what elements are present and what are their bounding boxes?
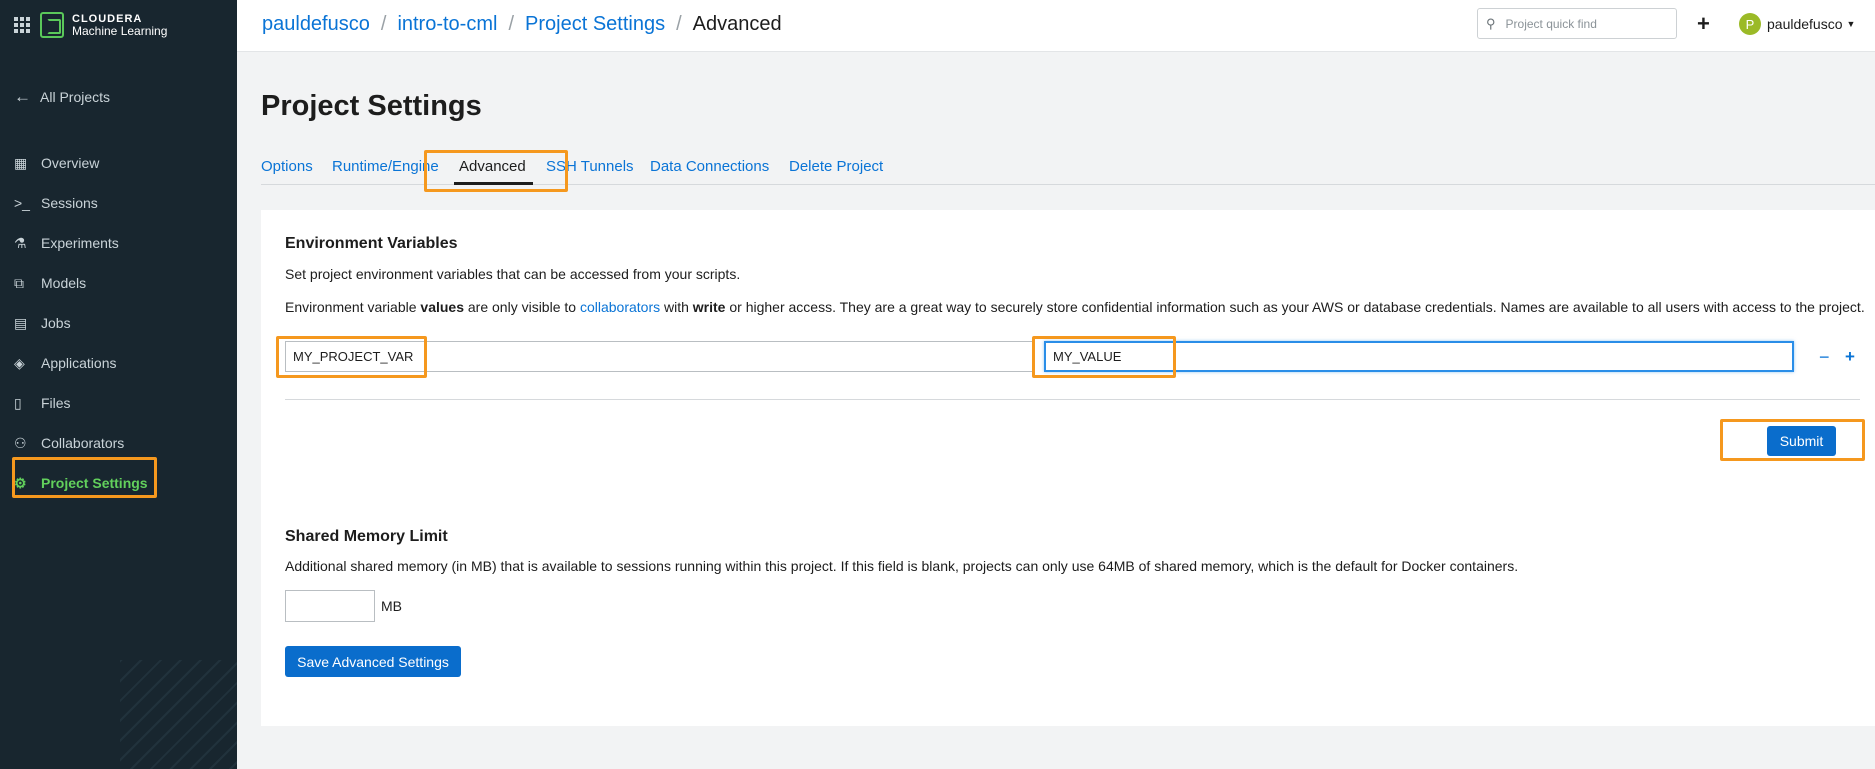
breadcrumb: pauldefusco / intro-to-cml / Project Set… [262,13,782,36]
sidebar-item-label: Project Settings [41,475,148,491]
tab-options[interactable]: Options [261,158,313,175]
model-icon: ⧉ [14,274,24,291]
sidebar-item-applications[interactable]: ◈ Applications [0,343,237,383]
chevron-down-icon: ▼ [1846,19,1856,29]
gear-icon: ⚙ [14,474,27,491]
file-icon: ▯ [14,394,22,411]
sidebar-nav: ▦ Overview >_ Sessions ⚗ Experiments ⧉ M… [0,143,237,503]
arrow-left-icon: ← [14,87,31,106]
sidebar-item-jobs[interactable]: ▤ Jobs [0,303,237,343]
search-icon: ⚲ [1486,15,1496,31]
shared-memory-input[interactable] [285,590,375,622]
overview-icon: ▦ [14,154,28,171]
sidebar: CLOUDERA Machine Learning ← All Projects… [0,0,237,769]
sidebar-item-overview[interactable]: ▦ Overview [0,143,237,183]
sidebar-item-label: Jobs [41,315,71,331]
breadcrumb-separator: / [380,13,387,35]
save-advanced-settings-button[interactable]: Save Advanced Settings [285,646,461,677]
add-env-var-button[interactable]: + [1845,347,1855,367]
env-note-text: are only visible to [464,299,580,315]
page-title: Project Settings [261,90,482,122]
shared-memory-description: Additional shared memory (in MB) that is… [285,558,1519,574]
brand[interactable]: CLOUDERA Machine Learning [14,12,167,38]
env-note-text: or higher access. They are a great way t… [725,299,1865,315]
env-note-write: write [692,299,726,315]
sidebar-item-collaborators[interactable]: ⚇ Collaborators [0,423,237,463]
env-var-name-input[interactable] [285,341,1033,372]
env-vars-note: Environment variable values are only vis… [285,299,1865,315]
all-projects-label: All Projects [40,89,111,105]
sidebar-item-label: Experiments [41,235,119,251]
tab-delete-project[interactable]: Delete Project [789,158,883,175]
breadcrumb-current: Advanced [692,13,782,35]
collaborators-link[interactable]: collaborators [580,299,660,315]
sidebar-item-label: Applications [41,355,117,371]
env-var-value-input[interactable] [1044,341,1794,372]
env-note-values: values [420,299,464,315]
sidebar-item-label: Files [41,395,71,411]
tab-runtime-engine[interactable]: Runtime/Engine [332,158,439,175]
env-vars-description: Set project environment variables that c… [285,266,741,282]
sidebar-item-sessions[interactable]: >_ Sessions [0,183,237,223]
create-plus-button[interactable]: + [1697,11,1710,37]
breadcrumb-project[interactable]: intro-to-cml [397,13,497,36]
shared-memory-title: Shared Memory Limit [285,528,448,545]
users-icon: ⚇ [14,434,27,451]
flask-icon: ⚗ [14,234,27,251]
breadcrumb-settings[interactable]: Project Settings [525,13,665,36]
sidebar-item-label: Overview [41,155,100,171]
cloudera-logo-icon [40,12,64,38]
sidebar-item-project-settings[interactable]: ⚙ Project Settings [0,463,237,503]
username: pauldefusco [1767,16,1843,32]
brand-text: CLOUDERA Machine Learning [72,13,167,37]
breadcrumb-user[interactable]: pauldefusco [262,13,370,36]
top-bar: pauldefusco / intro-to-cml / Project Set… [237,0,1875,52]
env-vars-title: Environment Variables [285,235,458,252]
breadcrumb-separator: / [508,13,515,35]
sidebar-item-label: Collaborators [41,435,125,451]
sidebar-item-experiments[interactable]: ⚗ Experiments [0,223,237,263]
terminal-icon: >_ [14,195,30,211]
layers-icon: ◈ [14,354,25,371]
env-note-text: Environment variable [285,299,421,315]
env-note-text: with [660,299,693,315]
all-projects-link[interactable]: ← All Projects [14,87,110,107]
sidebar-item-files[interactable]: ▯ Files [0,383,237,423]
settings-panel [261,210,1875,726]
tab-advanced[interactable]: Advanced [459,158,526,175]
divider [285,399,1860,400]
active-tab-indicator [454,182,533,185]
sidebar-decoration [120,660,237,769]
app-grid-icon[interactable] [14,17,30,33]
tab-ssh-tunnels[interactable]: SSH Tunnels [546,158,634,175]
remove-env-var-button[interactable]: − [1819,347,1830,368]
search-input[interactable] [1505,16,1666,31]
project-quick-find[interactable]: ⚲ [1477,8,1677,39]
sidebar-item-label: Models [41,275,87,291]
shared-memory-unit: MB [381,598,402,614]
settings-tabs: Options Runtime/Engine Advanced SSH Tunn… [261,153,1875,185]
breadcrumb-separator: / [676,13,682,35]
sidebar-item-models[interactable]: ⧉ Models [0,263,237,303]
submit-button[interactable]: Submit [1767,426,1836,456]
jobs-icon: ▤ [14,314,28,331]
user-menu[interactable]: P pauldefusco ▼ [1739,13,1855,35]
tab-data-connections[interactable]: Data Connections [650,158,769,175]
sidebar-item-label: Sessions [41,195,98,211]
avatar: P [1739,13,1761,35]
brand-product: Machine Learning [72,24,168,38]
